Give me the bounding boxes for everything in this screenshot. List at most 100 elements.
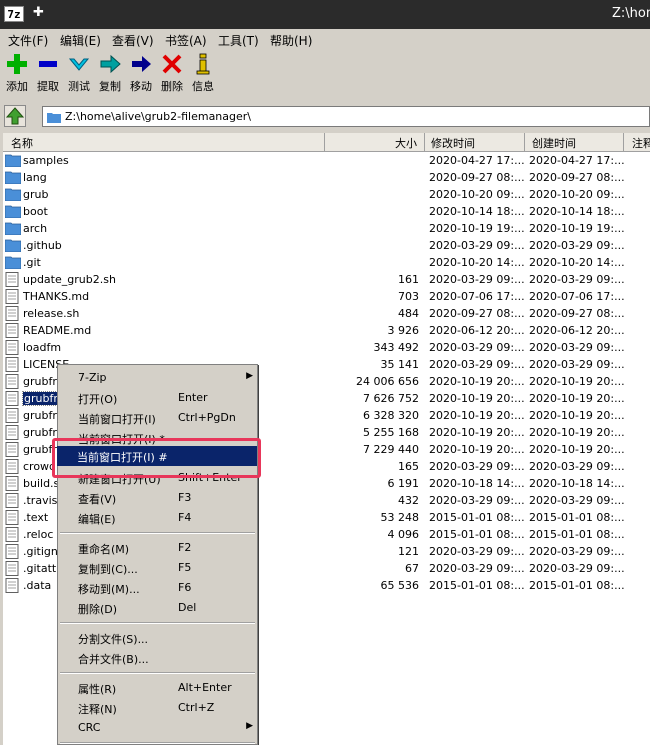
delete-button[interactable]: 删除: [157, 53, 187, 95]
file-name: .reloc: [23, 528, 54, 541]
folder-icon: [5, 205, 21, 218]
context-menu-item[interactable]: CRC ▶: [58, 718, 257, 738]
file-icon: [5, 476, 19, 491]
column-created[interactable]: 创建时间: [532, 135, 576, 151]
file-created: 2020-10-19 20:...: [529, 426, 625, 439]
file-icon: [5, 527, 19, 542]
menu-help[interactable]: 帮助(H): [270, 32, 312, 49]
file-modified: 2020-10-14 18:...: [429, 205, 525, 218]
extract-button[interactable]: 提取: [33, 53, 63, 95]
file-row[interactable]: grub 2020-10-20 09:... 2020-10-20 09:...: [3, 186, 650, 203]
context-menu-item[interactable]: 分割文件(S)...: [58, 628, 257, 648]
file-modified: 2015-01-01 08:...: [429, 528, 525, 541]
file-modified: 2020-10-19 20:...: [429, 409, 525, 422]
file-name: .data: [23, 579, 52, 592]
file-row[interactable]: arch 2020-10-19 19:... 2020-10-19 19:...: [3, 220, 650, 237]
context-menu-item[interactable]: 编辑(E) F4: [58, 508, 257, 528]
file-name: grubfr: [23, 409, 57, 422]
context-menu-item[interactable]: 属性(R) Alt+Enter: [58, 678, 257, 698]
file-size: 67: [405, 562, 419, 575]
file-row[interactable]: lang 2020-09-27 08:... 2020-09-27 08:...: [3, 169, 650, 186]
file-modified: 2020-10-19 20:...: [429, 392, 525, 405]
menu-bookmarks[interactable]: 书签(A): [165, 32, 207, 49]
file-size: 121: [398, 545, 419, 558]
context-menu-item[interactable]: 打开(O) Enter: [58, 388, 257, 408]
list-header: 名称 大小 修改时间 创建时间 注释: [3, 133, 650, 152]
move-arrow-icon: [132, 56, 151, 72]
column-name[interactable]: 名称: [11, 135, 33, 151]
file-icon: [5, 544, 19, 559]
file-icon: [5, 510, 19, 525]
column-size[interactable]: 大小: [395, 135, 417, 151]
file-created: 2020-10-14 18:...: [529, 205, 625, 218]
file-name: boot: [23, 205, 48, 218]
copy-button[interactable]: 复制: [95, 53, 125, 95]
file-created: 2020-03-29 09:...: [529, 494, 625, 507]
file-size: 65 536: [380, 579, 420, 592]
menu-separator: [60, 622, 255, 624]
menu-separator: [60, 672, 255, 674]
menu-file[interactable]: 文件(F): [8, 32, 48, 49]
file-size: 5 255 168: [363, 426, 419, 439]
file-icon: [5, 578, 19, 593]
file-modified: 2020-10-20 09:...: [429, 188, 525, 201]
folder-icon: [5, 222, 21, 235]
add-button[interactable]: 添加: [2, 53, 32, 95]
column-comment[interactable]: 注释: [632, 135, 650, 151]
file-name: samples: [23, 154, 69, 167]
column-modified[interactable]: 修改时间: [431, 135, 475, 151]
menu-edit[interactable]: 编辑(E): [60, 32, 101, 49]
move-button[interactable]: 移动: [126, 53, 156, 95]
file-modified: 2020-07-06 17:...: [429, 290, 525, 303]
window-title: Z:\hom: [612, 6, 650, 21]
file-name: .github: [23, 239, 62, 252]
context-menu-item[interactable]: 当前窗口打开(I) Ctrl+PgDn: [58, 408, 257, 428]
pin-icon[interactable]: ✚: [33, 5, 44, 20]
app-logo-icon: 7z: [4, 6, 24, 22]
up-arrow-icon: [5, 107, 25, 125]
context-menu-item[interactable]: 复制到(C)... F5: [58, 558, 257, 578]
file-row[interactable]: loadfm 343 492 2020-03-29 09:... 2020-03-29…: [3, 339, 650, 356]
context-menu-item[interactable]: 删除(D) Del: [58, 598, 257, 618]
file-row[interactable]: .github 2020-03-29 09:... 2020-03-29 09:..…: [3, 237, 650, 254]
file-icon: [5, 289, 19, 304]
file-row[interactable]: update_grub2.sh 161 2020-03-29 09:... 2020-…: [3, 271, 650, 288]
menu-separator: [60, 742, 255, 744]
menu-tools[interactable]: 工具(T): [218, 32, 259, 49]
file-created: 2020-10-18 14:...: [529, 477, 625, 490]
file-name: THANKS.md: [23, 290, 90, 303]
file-created: 2020-09-27 08:...: [529, 171, 625, 184]
context-menu-item[interactable]: 查看(V) F3: [58, 488, 257, 508]
file-row[interactable]: README.md 3 926 2020-06-12 20:... 2020-06-1…: [3, 322, 650, 339]
file-row[interactable]: release.sh 484 2020-09-27 08:... 2020-09-27…: [3, 305, 650, 322]
context-menu-item[interactable]: 7-Zip ▶: [58, 368, 257, 388]
context-menu-item[interactable]: 移动到(M)... F6: [58, 578, 257, 598]
file-size: 35 141: [380, 358, 420, 371]
submenu-arrow-icon: ▶: [246, 721, 253, 731]
file-size: 53 248: [380, 511, 420, 524]
context-menu-item[interactable]: 合并文件(B)...: [58, 648, 257, 668]
file-modified: 2020-03-29 09:...: [429, 273, 525, 286]
file-modified: 2020-03-29 09:...: [429, 358, 525, 371]
delete-x-icon: [162, 54, 182, 74]
file-modified: 2020-03-29 09:...: [429, 545, 525, 558]
menu-view[interactable]: 查看(V): [112, 32, 154, 49]
file-row[interactable]: .git 2020-10-20 14:... 2020-10-20 14:...: [3, 254, 650, 271]
file-modified: 2020-10-20 14:...: [429, 256, 525, 269]
file-icon: [5, 374, 19, 389]
test-button[interactable]: 测试: [64, 53, 94, 95]
up-folder-button[interactable]: [4, 105, 26, 127]
file-row[interactable]: THANKS.md 703 2020-07-06 17:... 2020-07-06 …: [3, 288, 650, 305]
context-menu-item[interactable]: 重命名(M) F2: [58, 538, 257, 558]
file-created: 2020-03-29 09:...: [529, 341, 625, 354]
file-modified: 2020-03-29 09:...: [429, 239, 525, 252]
file-name: release.sh: [23, 307, 80, 320]
file-modified: 2020-10-19 20:...: [429, 443, 525, 456]
file-size: 165: [398, 460, 419, 473]
address-input[interactable]: Z:\home\alive\grub2-filemanager\: [42, 106, 650, 127]
file-row[interactable]: boot 2020-10-14 18:... 2020-10-14 18:...: [3, 203, 650, 220]
file-row[interactable]: samples 2020-04-27 17:... 2020-04-27 17:..…: [3, 152, 650, 169]
info-button[interactable]: 信息: [188, 53, 218, 95]
add-plus-icon: [7, 54, 27, 74]
context-menu-item[interactable]: 注释(N) Ctrl+Z: [58, 698, 257, 718]
